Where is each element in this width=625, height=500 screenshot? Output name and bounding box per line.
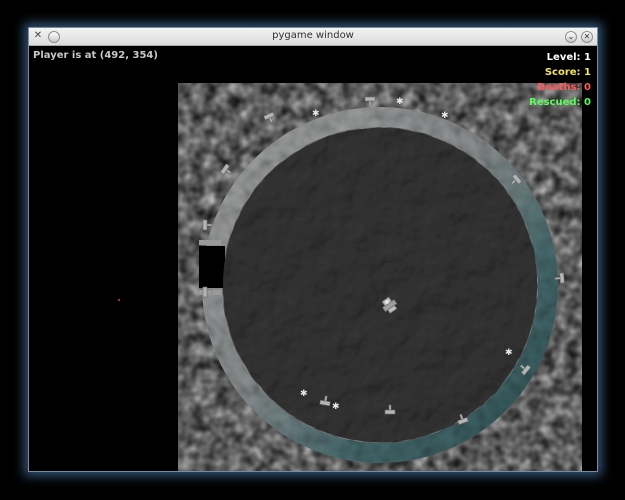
deaths-label: Deaths: 0 [536, 82, 591, 93]
survivor-icon: ✱ [300, 389, 308, 399]
distant-enemy-dot [118, 299, 120, 301]
player-position-readout: Player is at (492, 354) [33, 50, 158, 61]
turret [263, 111, 275, 124]
close-icon[interactable]: ✕ [581, 31, 593, 43]
arena-floor-texture [223, 128, 537, 442]
title-bar[interactable]: ✕ pygame window ⌄ ✕ [29, 28, 597, 46]
rescued-label: Rescued: 0 [529, 97, 591, 108]
survivor-icon: ✱ [396, 97, 404, 107]
ring-gap-upper [199, 246, 225, 288]
level-label: Level: 1 [546, 52, 591, 63]
survivor-icon: ✱ [312, 109, 320, 119]
turret [364, 96, 376, 107]
stats-panel: Level: 1 Score: 1 Deaths: 0 Rescued: 0 [529, 50, 591, 110]
gap-wall-left-a [199, 240, 221, 245]
game-canvas[interactable]: ✱ ✱ ✱ ✱ ✱ ✱ Player is at (492, 354) Leve… [29, 46, 597, 471]
survivor-icon: ✱ [441, 111, 449, 121]
window-title: pygame window [272, 30, 354, 41]
turret [202, 219, 213, 231]
survivor-icon: ✱ [505, 348, 513, 358]
arena-svg: ✱ ✱ ✱ ✱ ✱ ✱ [118, 96, 565, 463]
score-label: Score: 1 [544, 67, 591, 78]
turret [220, 163, 232, 175]
survivor-icon: ✱ [332, 402, 340, 412]
chevron-down-icon[interactable]: ⌄ [565, 31, 577, 43]
game-window: ✕ pygame window ⌄ ✕ ✱ ✱ ✱ ✱ ✱ ✱ Player i… [28, 27, 598, 472]
